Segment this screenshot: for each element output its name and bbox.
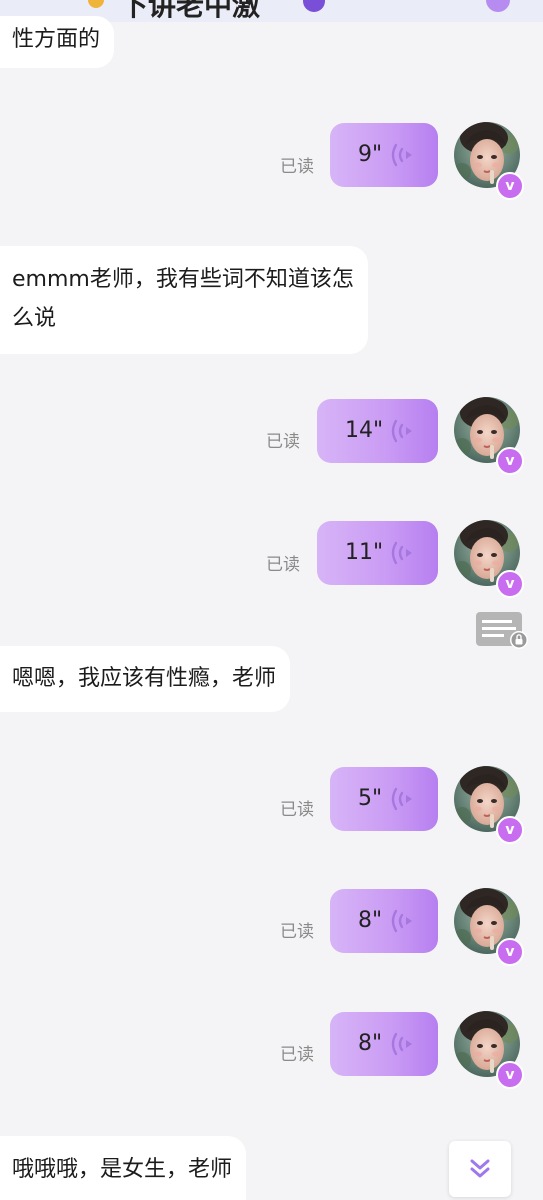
read-status: 已读 (266, 432, 300, 452)
read-status: 已读 (280, 1045, 314, 1065)
double-chevron-down-icon (470, 1159, 490, 1178)
voice-message-button[interactable]: 8" (330, 1012, 438, 1076)
scroll-to-bottom-button[interactable] (449, 1141, 511, 1197)
header-badge-icon (303, 0, 325, 12)
message-text: 性方面的 (12, 27, 101, 52)
message-bubble-incoming[interactable]: emmm老师，我有些词不知道该怎 么说 (0, 246, 368, 354)
voice-duration: 9" (358, 142, 383, 167)
voice-duration: 14" (345, 418, 384, 443)
read-status: 已读 (280, 922, 314, 942)
voice-duration: 5" (358, 786, 383, 811)
voice-duration: 8" (358, 908, 383, 933)
header-menu-icon[interactable] (486, 0, 510, 12)
vip-badge-icon: v (496, 816, 524, 844)
voice-duration: 8" (358, 1031, 383, 1056)
vip-badge-icon: v (496, 1061, 524, 1089)
message-bubble-incoming[interactable]: 哦哦哦，是女生，老师 (0, 1136, 247, 1200)
sound-wave-icon (391, 541, 412, 565)
read-status: 已读 (280, 800, 314, 820)
locked-note-icon[interactable] (474, 610, 530, 650)
message-text: 哦哦哦，是女生，老师 (12, 1157, 233, 1182)
vip-badge-icon: v (496, 447, 524, 475)
status-dot-icon (88, 0, 104, 8)
voice-message-button[interactable]: 5" (330, 767, 438, 831)
read-status: 已读 (280, 157, 314, 177)
message-text: 嗯嗯，我应该有性瘾，老师 (12, 666, 277, 691)
vip-badge-icon: v (496, 938, 524, 966)
voice-duration: 11" (345, 540, 384, 565)
voice-message-button[interactable]: 9" (330, 123, 438, 187)
voice-message-button[interactable]: 8" (330, 889, 438, 953)
voice-message-button[interactable]: 14" (317, 399, 438, 463)
sound-wave-icon (391, 143, 412, 167)
read-status: 已读 (266, 555, 300, 575)
message-bubble-incoming[interactable]: 嗯嗯，我应该有性瘾，老师 (0, 646, 291, 712)
sound-wave-icon (391, 1032, 412, 1056)
message-bubble-incoming[interactable]: 性方面的 (0, 16, 115, 68)
vip-badge-icon: v (496, 172, 524, 200)
header-title: 下讲老中激 (120, 0, 261, 22)
message-text-line: emmm老师，我有些词不知道该怎 (12, 267, 354, 292)
sound-wave-icon (391, 419, 412, 443)
message-text-line: 么说 (12, 306, 57, 331)
vip-badge-icon: v (496, 570, 524, 598)
sound-wave-icon (391, 909, 412, 933)
voice-message-button[interactable]: 11" (317, 521, 438, 585)
sound-wave-icon (391, 787, 412, 811)
